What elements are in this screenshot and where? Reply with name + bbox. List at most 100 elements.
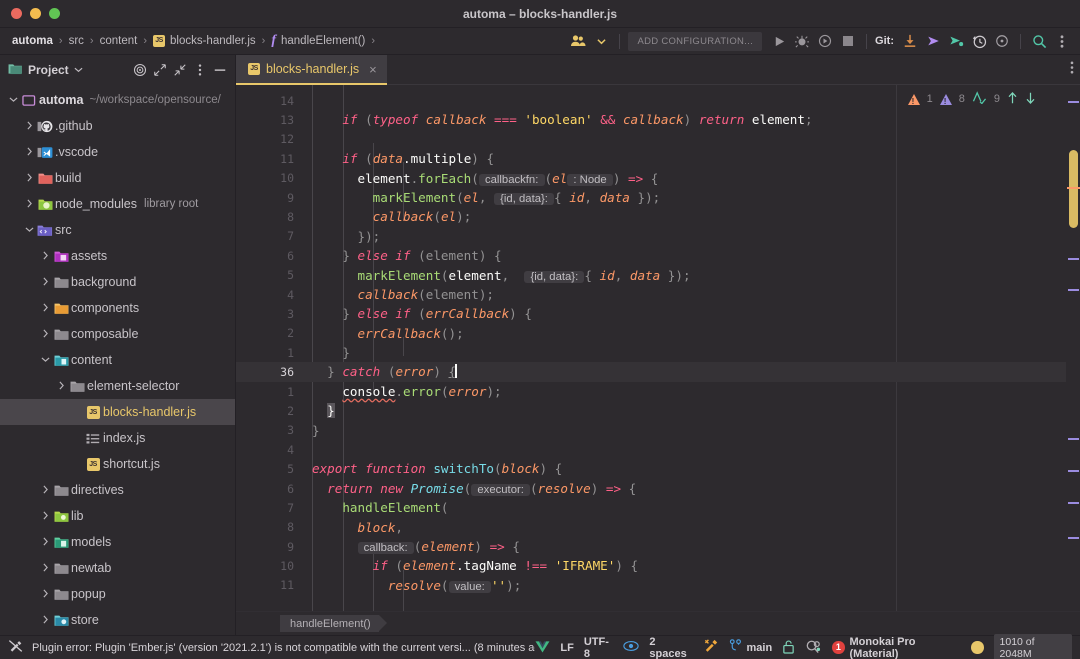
stop-icon[interactable] [838, 31, 858, 51]
line-separator-indicator[interactable]: LF [560, 642, 573, 654]
tree-row-popup[interactable]: popup [0, 581, 235, 607]
line-number[interactable]: 10 [236, 169, 312, 188]
line-number[interactable]: 6 [236, 479, 312, 498]
tree-row--github[interactable]: .github [0, 113, 235, 139]
breadcrumb-chip-function[interactable]: handleElement() [280, 615, 387, 632]
wrench-icon[interactable] [704, 639, 719, 656]
weak-warning-icon[interactable]: ! [939, 93, 952, 106]
code-line[interactable]: if (element.tagName !== 'IFRAME') { [298, 556, 1066, 575]
breadcrumb-item-function[interactable]: handleElement() [281, 35, 365, 47]
line-number[interactable]: 13 [236, 110, 298, 129]
chevron-down-icon[interactable] [74, 63, 83, 77]
tree-row-composable[interactable]: composable [0, 321, 235, 347]
lock-icon[interactable] [782, 639, 795, 657]
line-number[interactable]: 10 [236, 556, 312, 575]
breadcrumb-item-project[interactable]: automa [12, 35, 53, 47]
expand-all-icon[interactable] [151, 61, 169, 79]
tree-row-models[interactable]: models [0, 529, 235, 555]
code-line[interactable]: markElement(element, {id, data}: { id, d… [298, 266, 1066, 285]
code-line[interactable]: block, [298, 518, 1066, 537]
line-number[interactable]: 14 [236, 91, 298, 110]
maximize-window-button[interactable] [49, 8, 60, 19]
tree-row-src[interactable]: src [0, 217, 235, 243]
code-line[interactable]: callback(el); [298, 207, 1066, 226]
tree-row-newtab[interactable]: newtab [0, 555, 235, 581]
tree-row-index-js[interactable]: index.js [0, 425, 235, 451]
line-number[interactable]: 36 [236, 362, 312, 382]
code-editor[interactable]: if (typeof callback === 'boolean' && cal… [298, 85, 1066, 611]
line-number[interactable]: 4 [236, 285, 298, 304]
tree-row-assets[interactable]: assets [0, 243, 235, 269]
tree-row-shortcut-js[interactable]: JS shortcut.js [0, 451, 235, 477]
line-number-gutter[interactable]: 14 13 12 11 10 9 8 7 6 5 4 3 2 1 36 1 2 3 4 5 6 7 8 9 10 11 [236, 85, 312, 611]
editor-marker-strip[interactable] [1066, 85, 1080, 611]
scrollbar-thumb[interactable] [1069, 150, 1078, 228]
git-branch-indicator[interactable]: main [729, 639, 772, 656]
code-line[interactable]: if (typeof callback === 'boolean' && cal… [298, 110, 1066, 129]
line-number[interactable]: 5 [236, 266, 298, 285]
tree-row-build[interactable]: build [0, 165, 235, 191]
code-line[interactable]: } [298, 401, 1066, 420]
line-number[interactable]: 7 [236, 227, 311, 246]
code-line[interactable]: if (data.multiple) { [298, 149, 1066, 168]
git-history-icon[interactable] [969, 31, 989, 51]
code-line[interactable]: } [298, 343, 1066, 362]
tree-row-components[interactable]: components [0, 295, 235, 321]
chevron-right-icon[interactable] [22, 147, 36, 158]
code-line[interactable]: } else if (errCallback) { [298, 304, 1066, 323]
git-rollback-icon[interactable] [992, 31, 1012, 51]
inspections-widget[interactable]: ! 1 ! 8 9 [907, 91, 1036, 107]
line-number[interactable]: 3 [236, 304, 312, 323]
memory-indicator[interactable]: 1010 of 2048M [993, 633, 1072, 659]
line-number[interactable]: 8 [236, 207, 298, 226]
code-line[interactable]: callback: (element) => { [298, 537, 1066, 556]
chevron-down-icon[interactable] [6, 95, 20, 106]
chevron-right-icon[interactable] [38, 615, 52, 626]
minimize-window-button[interactable] [30, 8, 41, 19]
collapse-all-icon[interactable] [171, 61, 189, 79]
more-vertical-icon[interactable] [1070, 60, 1074, 80]
vue-icon[interactable] [535, 640, 550, 656]
line-number[interactable]: 11 [236, 149, 312, 168]
line-number[interactable]: 5 [236, 459, 305, 478]
project-tree[interactable]: automa ~/workspace/opensource/ .github .vsc… [0, 85, 235, 635]
window-controls[interactable] [0, 8, 60, 19]
inspections-icon[interactable] [805, 639, 822, 657]
line-number[interactable]: 3 [236, 421, 310, 440]
more-vertical-icon[interactable] [1052, 31, 1072, 51]
git-commit-icon[interactable] [923, 31, 943, 51]
code-line[interactable] [298, 130, 1066, 149]
typo-icon[interactable] [972, 91, 987, 107]
tree-row-directives[interactable]: directives [0, 477, 235, 503]
code-line[interactable]: }); [298, 227, 1066, 246]
line-number[interactable]: 2 [236, 401, 311, 420]
chevron-right-icon[interactable] [38, 303, 52, 314]
line-number[interactable]: 9 [236, 537, 312, 556]
code-line[interactable]: markElement(el, {id, data}: { id, data }… [298, 188, 1066, 207]
project-panel-title-group[interactable]: Project [8, 62, 83, 78]
tree-row-content[interactable]: content [0, 347, 235, 373]
theme-circle-icon[interactable] [971, 641, 984, 654]
run-coverage-icon[interactable] [815, 31, 835, 51]
line-number[interactable]: 8 [236, 518, 298, 537]
code-line[interactable]: resolve( value: ''); [298, 576, 1066, 595]
line-number[interactable]: 6 [236, 246, 312, 265]
breadcrumb-item-content[interactable]: content [100, 35, 138, 47]
chevron-right-icon[interactable] [38, 589, 52, 600]
code-line[interactable]: callback(element); [298, 285, 1066, 304]
status-message-group[interactable]: Plugin error: Plugin 'Ember.js' (version… [8, 638, 535, 657]
tree-row-blocks-handler-js[interactable]: JS blocks-handler.js [0, 399, 235, 425]
tree-row-node-modules[interactable]: node_modules library root [0, 191, 235, 217]
indent-indicator[interactable]: 2 spaces [649, 636, 693, 659]
chevron-right-icon[interactable] [38, 329, 52, 340]
target-icon[interactable] [131, 61, 149, 79]
warning-icon[interactable]: ! [907, 93, 920, 106]
debug-icon[interactable] [792, 31, 812, 51]
arrow-down-icon[interactable] [1025, 91, 1036, 107]
user-group-icon[interactable] [568, 31, 588, 51]
chevron-right-icon[interactable] [38, 277, 52, 288]
chevron-down-icon[interactable] [38, 355, 52, 366]
chevron-right-icon[interactable] [38, 251, 52, 262]
line-number[interactable]: 4 [236, 440, 298, 459]
code-line[interactable]: console.error(error); [298, 382, 1066, 401]
